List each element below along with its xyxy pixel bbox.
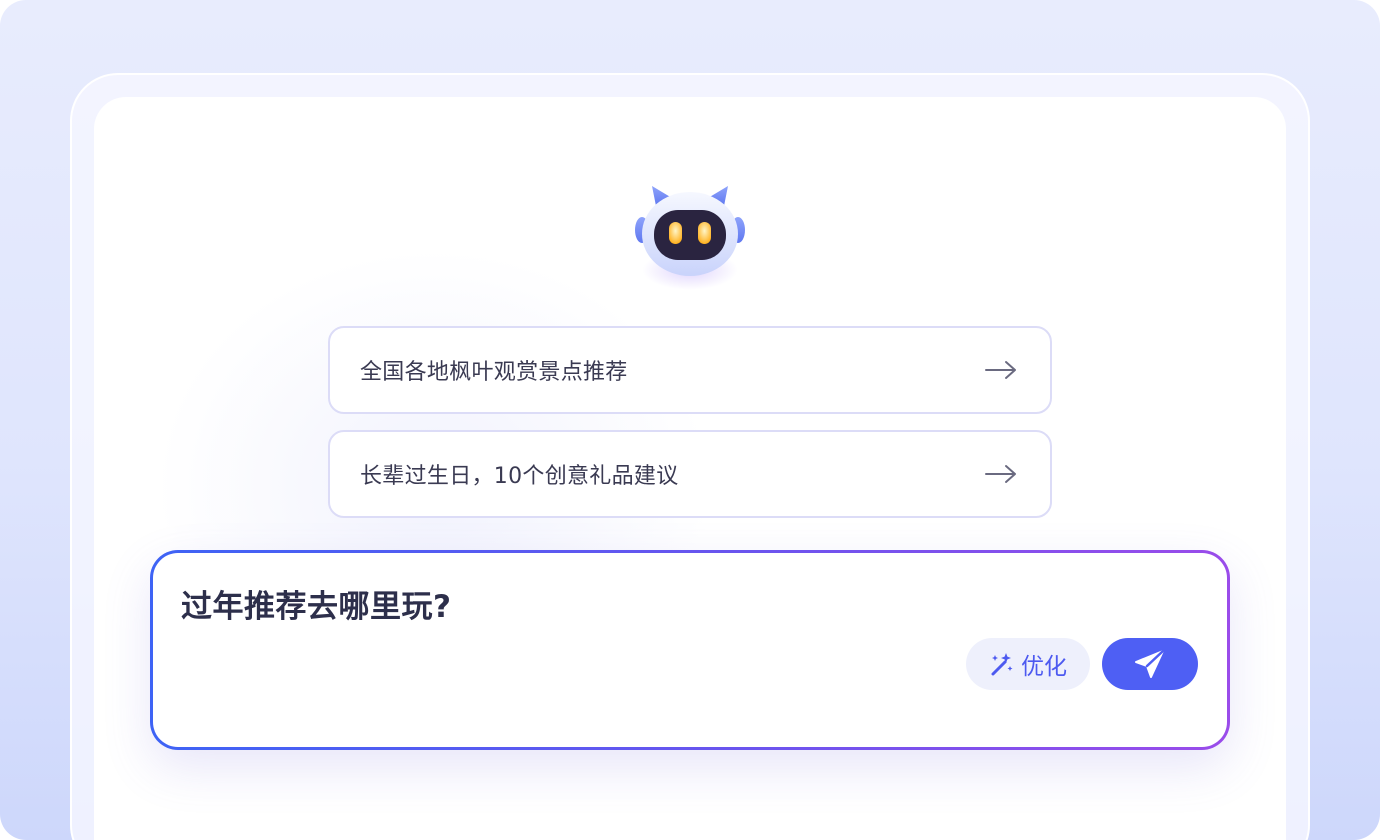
chat-input-box[interactable]: 过年推荐去哪里玩? 优化 — [150, 550, 1230, 750]
arrow-right-icon — [985, 465, 1016, 483]
chat-input-inner[interactable]: 过年推荐去哪里玩? 优化 — [153, 553, 1227, 747]
suggestion-card-gift[interactable]: 长辈过生日，10个创意礼品建议 — [328, 430, 1052, 518]
robot-mascot-icon — [634, 184, 746, 284]
send-button[interactable] — [1102, 638, 1198, 690]
app-background: 全国各地枫叶观赏景点推荐 长辈过生日，10个创意礼品建议 过年推荐去哪里玩? 优… — [0, 0, 1380, 840]
optimize-button[interactable]: 优化 — [966, 638, 1090, 690]
send-icon — [1135, 649, 1165, 678]
suggestion-card-maple[interactable]: 全国各地枫叶观赏景点推荐 — [328, 326, 1052, 414]
chat-input-text[interactable]: 过年推荐去哪里玩? — [181, 581, 451, 626]
arrow-right-icon — [985, 361, 1016, 379]
magic-wand-icon — [991, 653, 1013, 676]
optimize-label: 优化 — [1021, 654, 1067, 680]
suggestion-label: 全国各地枫叶观赏景点推荐 — [360, 360, 628, 385]
suggestion-label: 长辈过生日，10个创意礼品建议 — [360, 464, 679, 489]
